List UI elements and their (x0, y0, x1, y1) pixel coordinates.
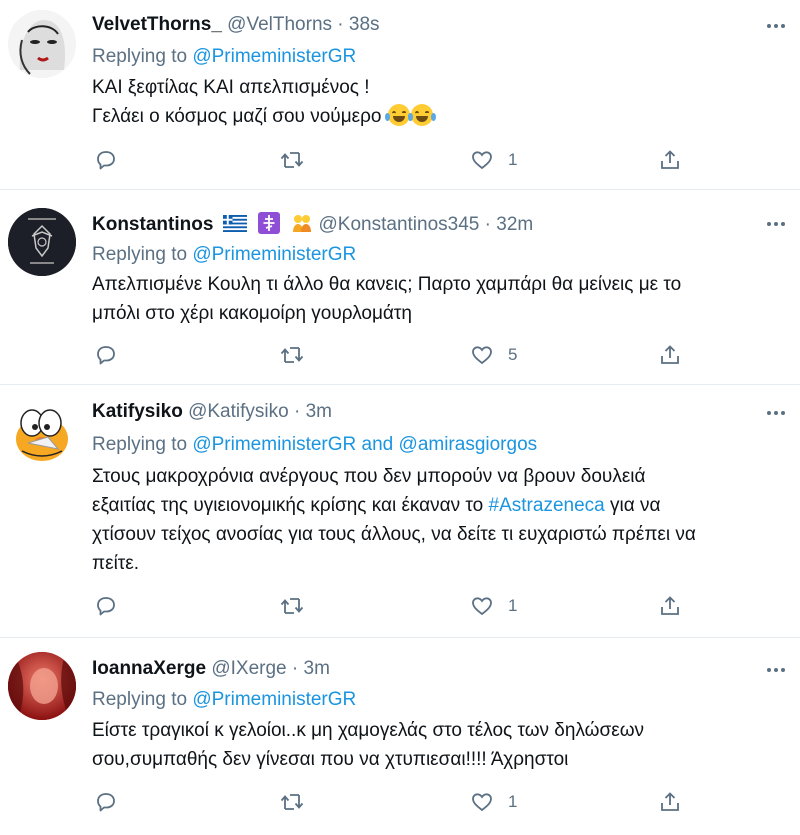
like-icon (472, 793, 492, 812)
tweet-text-line: Απελπισμένε Κουλη τι άλλο θα κανεις; Παρ… (92, 274, 682, 295)
retweet-icon (280, 152, 304, 168)
share-button[interactable] (658, 591, 682, 621)
like-count: 1 (508, 150, 518, 169)
replying-to-label: Replying to (92, 434, 188, 455)
timestamp[interactable]: 38s (349, 14, 380, 35)
tweet[interactable]: Katifysiko @Katifysiko · 3m Replying to … (0, 385, 800, 638)
retweet-button[interactable] (279, 145, 305, 175)
tweet-text-line: χτίσουν τείχος ανοσίας για τους άλλους, … (92, 524, 696, 545)
family-emoji (293, 215, 312, 232)
tweet-text-fragment: για να (610, 495, 661, 516)
mention-link[interactable]: @PrimeministerGR (192, 46, 356, 67)
mention-link[interactable]: @PrimeministerGR (192, 434, 356, 455)
user-handle[interactable]: @VelThorns (227, 14, 332, 35)
tweet[interactable]: VelvetThorns_ @VelThorns · 38s Replying … (0, 0, 800, 190)
avatar[interactable] (8, 397, 76, 465)
avatar[interactable] (8, 10, 76, 78)
share-icon (661, 792, 679, 811)
separator: · (484, 214, 491, 235)
user-handle[interactable]: @Konstantinos345 (319, 214, 480, 235)
tweet-text: Στους μακροχρόνια ανέργους που δεν μπορο… (92, 462, 782, 578)
hashtag-link[interactable]: #Astrazeneca (489, 495, 605, 516)
tweet-text-line: εξαιτίας της υγιειονομικής κρίσης και έκ… (92, 495, 484, 516)
reply-icon (97, 597, 115, 616)
reply-button[interactable] (94, 787, 118, 817)
like-button[interactable]: 1 (470, 145, 517, 175)
like-icon (472, 346, 492, 365)
user-handle[interactable]: @Katifysiko (188, 401, 289, 422)
tweet-text: Απελπισμένε Κουλη τι άλλο θα κανεις; Παρ… (92, 270, 782, 328)
replying-to-label: Replying to (92, 244, 188, 265)
retweet-button[interactable] (279, 340, 305, 370)
share-icon (661, 345, 679, 364)
laughing-tears-emoji (407, 104, 436, 126)
tweet-text-line: σου,συμπαθής δεν γίνεσαι που να χτυπιεσα… (92, 749, 569, 770)
like-button[interactable]: 5 (470, 340, 517, 370)
tweet-text-line: μπόλι στο χέρι κακομοίρη γουρλομάτη (92, 303, 412, 324)
mention-link[interactable]: @PrimeministerGR (192, 244, 356, 265)
reply-button[interactable] (94, 340, 118, 370)
display-name[interactable]: Konstantinos (92, 214, 213, 235)
tweet-text-line: Στους μακροχρόνια ανέργους που δεν μπορο… (92, 466, 646, 487)
like-button[interactable]: 1 (470, 591, 517, 621)
display-name[interactable]: IoannaXerge (92, 658, 206, 679)
avatar[interactable] (8, 652, 76, 720)
tweet-text-line: Είστε τραγικοί κ γελοίοι..κ μη χαμογελάς… (92, 720, 645, 741)
more-icon[interactable] (764, 401, 788, 425)
retweet-icon (280, 794, 304, 810)
like-count: 1 (508, 596, 518, 615)
mention-link[interactable]: @amirasgiorgos (399, 434, 538, 455)
reply-icon (97, 346, 115, 365)
more-icon[interactable] (764, 14, 788, 38)
separator: · (293, 401, 301, 422)
timestamp[interactable]: 3m (306, 401, 332, 422)
share-button[interactable] (658, 787, 682, 817)
orthodox-cross-emoji (257, 212, 280, 234)
timestamp[interactable]: 3m (304, 658, 330, 679)
laughing-tears-emoji (384, 104, 413, 126)
replying-to-label: Replying to (92, 46, 188, 67)
mention-link[interactable]: @PrimeministerGR (192, 689, 356, 710)
tweet-text: ΚΑΙ ξεφτίλας ΚΑΙ απελπισμένος ! Γελάει ο… (92, 73, 782, 131)
tweet-text-line: Γελάει ο κόσμος μαζί σου νούμερο (92, 106, 382, 127)
separator: · (291, 658, 299, 679)
greek-flag-emoji (222, 215, 247, 232)
share-icon (661, 150, 679, 169)
more-icon[interactable] (764, 658, 788, 682)
mention-join: and (361, 434, 394, 455)
display-name[interactable]: VelvetThorns_ (92, 14, 222, 35)
tweet[interactable]: IoannaXerge @IXerge · 3m Replying to @Pr… (0, 638, 800, 835)
like-count: 5 (508, 345, 518, 364)
retweet-button[interactable] (279, 787, 305, 817)
display-name[interactable]: Katifysiko (92, 401, 183, 422)
tweet-text-line: πείτε. (92, 553, 140, 574)
replying-to-label: Replying to (92, 689, 188, 710)
user-handle[interactable]: @IXerge (211, 658, 286, 679)
like-icon (472, 597, 492, 616)
retweet-icon (280, 598, 304, 614)
tweet-text-line: ΚΑΙ ξεφτίλας ΚΑΙ απελπισμένος ! (92, 77, 370, 98)
tweet-text: Είστε τραγικοί κ γελοίοι..κ μη χαμογελάς… (92, 716, 782, 774)
more-icon[interactable] (764, 212, 788, 236)
like-button[interactable]: 1 (470, 787, 517, 817)
share-button[interactable] (658, 340, 682, 370)
share-icon (661, 596, 679, 615)
like-count: 1 (508, 792, 518, 811)
like-icon (472, 151, 492, 170)
reply-icon (97, 793, 115, 812)
timestamp[interactable]: 32m (496, 214, 533, 235)
tweet[interactable]: Konstantinos @Konstantinos345 · 32m Repl… (0, 190, 800, 385)
reply-icon (97, 151, 115, 170)
avatar[interactable] (8, 208, 76, 276)
retweet-icon (280, 347, 304, 363)
share-button[interactable] (658, 145, 682, 175)
reply-button[interactable] (94, 145, 118, 175)
separator: · (337, 14, 344, 35)
reply-button[interactable] (94, 591, 118, 621)
retweet-button[interactable] (279, 591, 305, 621)
